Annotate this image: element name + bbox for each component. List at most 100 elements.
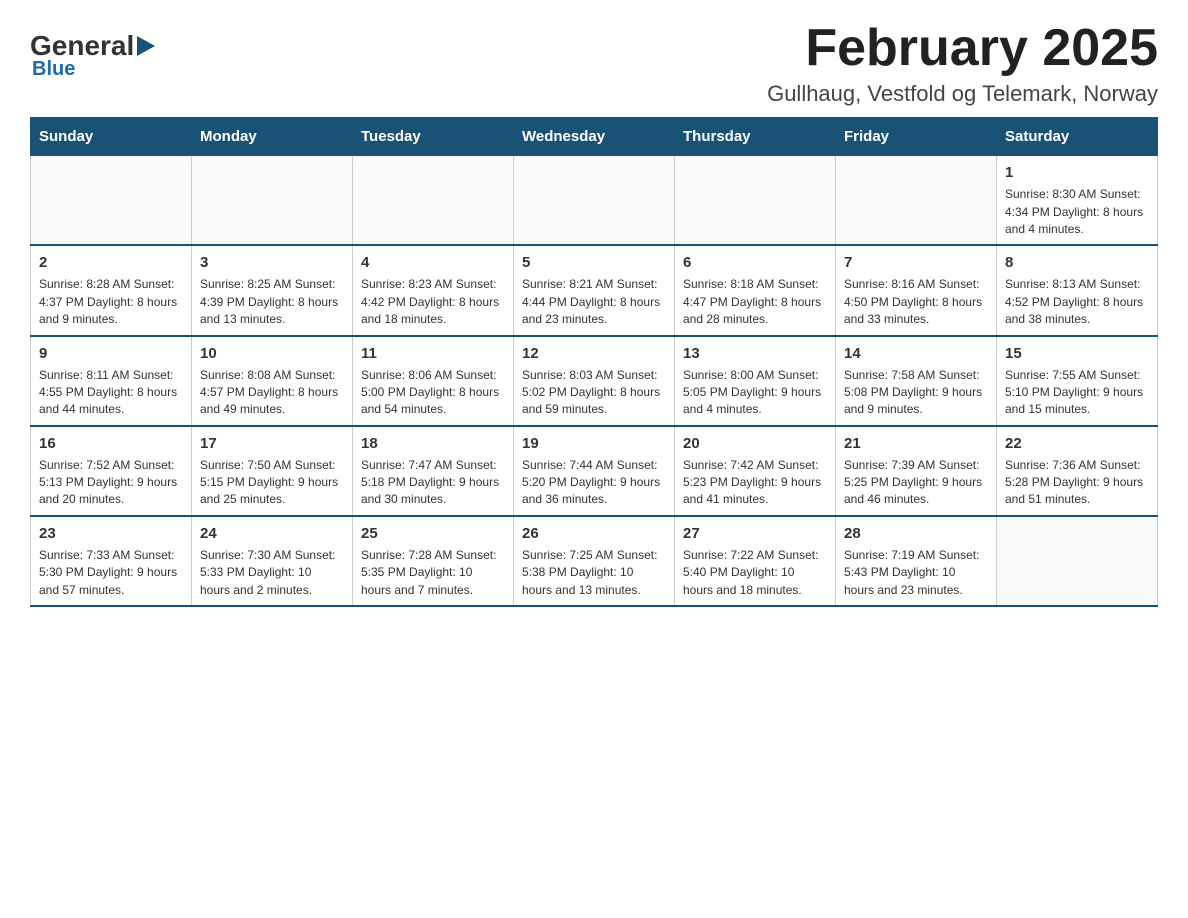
day-number: 6 — [683, 252, 827, 273]
day-info: Sunrise: 8:21 AM Sunset: 4:44 PM Dayligh… — [522, 276, 666, 328]
calendar-day-cell — [353, 156, 514, 246]
header: General Blue February 2025 Gullhaug, Ves… — [30, 20, 1158, 107]
calendar-week-row: 16 Sunrise: 7:52 AM Sunset: 5:13 PM Dayli… — [31, 426, 1158, 516]
calendar-day-cell: 6 Sunrise: 8:18 AM Sunset: 4:47 PM Daylig… — [675, 245, 836, 335]
day-number: 11 — [361, 343, 505, 364]
day-info: Sunrise: 8:00 AM Sunset: 5:05 PM Dayligh… — [683, 367, 827, 419]
day-info: Sunrise: 7:19 AM Sunset: 5:43 PM Dayligh… — [844, 547, 988, 599]
day-info: Sunrise: 7:22 AM Sunset: 5:40 PM Dayligh… — [683, 547, 827, 599]
calendar-day-cell: 19 Sunrise: 7:44 AM Sunset: 5:20 PM Dayli… — [514, 426, 675, 516]
day-number: 16 — [39, 433, 183, 454]
day-number: 20 — [683, 433, 827, 454]
day-number: 25 — [361, 523, 505, 544]
calendar-day-cell: 3 Sunrise: 8:25 AM Sunset: 4:39 PM Daylig… — [192, 245, 353, 335]
day-number: 1 — [1005, 162, 1149, 183]
calendar-day-cell — [31, 156, 192, 246]
day-number: 18 — [361, 433, 505, 454]
calendar-day-cell — [514, 156, 675, 246]
day-of-week-header: Friday — [836, 118, 997, 156]
calendar-day-cell: 13 Sunrise: 8:00 AM Sunset: 5:05 PM Dayli… — [675, 336, 836, 426]
calendar-day-cell: 17 Sunrise: 7:50 AM Sunset: 5:15 PM Dayli… — [192, 426, 353, 516]
calendar-day-cell: 20 Sunrise: 7:42 AM Sunset: 5:23 PM Dayli… — [675, 426, 836, 516]
calendar-week-row: 9 Sunrise: 8:11 AM Sunset: 4:55 PM Daylig… — [31, 336, 1158, 426]
day-info: Sunrise: 8:03 AM Sunset: 5:02 PM Dayligh… — [522, 367, 666, 419]
day-of-week-header: Sunday — [31, 118, 192, 156]
day-info: Sunrise: 7:44 AM Sunset: 5:20 PM Dayligh… — [522, 457, 666, 509]
days-of-week-row: SundayMondayTuesdayWednesdayThursdayFrid… — [31, 118, 1158, 156]
calendar-day-cell: 16 Sunrise: 7:52 AM Sunset: 5:13 PM Dayli… — [31, 426, 192, 516]
calendar-day-cell — [997, 516, 1158, 606]
calendar-day-cell: 27Sunrise: 7:22 AM Sunset: 5:40 PM Dayli… — [675, 516, 836, 606]
calendar-day-cell: 5Sunrise: 8:21 AM Sunset: 4:44 PM Daylig… — [514, 245, 675, 335]
day-info: Sunrise: 7:33 AM Sunset: 5:30 PM Dayligh… — [39, 547, 183, 599]
day-info: Sunrise: 8:06 AM Sunset: 5:00 PM Dayligh… — [361, 367, 505, 419]
day-number: 22 — [1005, 433, 1149, 454]
calendar-week-row: 1 Sunrise: 8:30 AM Sunset: 4:34 PM Daylig… — [31, 156, 1158, 246]
day-info: Sunrise: 7:42 AM Sunset: 5:23 PM Dayligh… — [683, 457, 827, 509]
calendar-day-cell: 2 Sunrise: 8:28 AM Sunset: 4:37 PM Daylig… — [31, 245, 192, 335]
calendar-day-cell: 8 Sunrise: 8:13 AM Sunset: 4:52 PM Daylig… — [997, 245, 1158, 335]
day-info: Sunrise: 8:30 AM Sunset: 4:34 PM Dayligh… — [1005, 186, 1149, 238]
calendar-day-cell: 18Sunrise: 7:47 AM Sunset: 5:18 PM Dayli… — [353, 426, 514, 516]
day-number: 24 — [200, 523, 344, 544]
calendar-week-row: 2 Sunrise: 8:28 AM Sunset: 4:37 PM Daylig… — [31, 245, 1158, 335]
day-info: Sunrise: 8:13 AM Sunset: 4:52 PM Dayligh… — [1005, 276, 1149, 328]
day-of-week-header: Saturday — [997, 118, 1158, 156]
day-number: 17 — [200, 433, 344, 454]
calendar-day-cell: 21 Sunrise: 7:39 AM Sunset: 5:25 PM Dayli… — [836, 426, 997, 516]
day-number: 13 — [683, 343, 827, 364]
logo-triangle-icon — [137, 36, 155, 56]
calendar-day-cell — [192, 156, 353, 246]
day-info: Sunrise: 7:30 AM Sunset: 5:33 PM Dayligh… — [200, 547, 344, 599]
subtitle: Gullhaug, Vestfold og Telemark, Norway — [767, 81, 1158, 107]
calendar-day-cell — [836, 156, 997, 246]
day-info: Sunrise: 7:58 AM Sunset: 5:08 PM Dayligh… — [844, 367, 988, 419]
day-number: 15 — [1005, 343, 1149, 364]
calendar-day-cell: 10Sunrise: 8:08 AM Sunset: 4:57 PM Dayli… — [192, 336, 353, 426]
main-title: February 2025 — [767, 20, 1158, 77]
calendar-table: SundayMondayTuesdayWednesdayThursdayFrid… — [30, 117, 1158, 607]
day-info: Sunrise: 7:50 AM Sunset: 5:15 PM Dayligh… — [200, 457, 344, 509]
logo-blue-text: Blue — [32, 58, 75, 81]
day-of-week-header: Tuesday — [353, 118, 514, 156]
day-number: 2 — [39, 252, 183, 273]
day-number: 12 — [522, 343, 666, 364]
day-info: Sunrise: 7:55 AM Sunset: 5:10 PM Dayligh… — [1005, 367, 1149, 419]
day-number: 4 — [361, 252, 505, 273]
calendar-day-cell: 12 Sunrise: 8:03 AM Sunset: 5:02 PM Dayli… — [514, 336, 675, 426]
calendar-day-cell — [675, 156, 836, 246]
day-info: Sunrise: 7:39 AM Sunset: 5:25 PM Dayligh… — [844, 457, 988, 509]
calendar-day-cell: 23 Sunrise: 7:33 AM Sunset: 5:30 PM Dayli… — [31, 516, 192, 606]
calendar-day-cell: 14 Sunrise: 7:58 AM Sunset: 5:08 PM Dayli… — [836, 336, 997, 426]
calendar-day-cell: 11 Sunrise: 8:06 AM Sunset: 5:00 PM Dayli… — [353, 336, 514, 426]
day-number: 21 — [844, 433, 988, 454]
day-info: Sunrise: 7:52 AM Sunset: 5:13 PM Dayligh… — [39, 457, 183, 509]
day-number: 19 — [522, 433, 666, 454]
day-of-week-header: Thursday — [675, 118, 836, 156]
day-info: Sunrise: 8:25 AM Sunset: 4:39 PM Dayligh… — [200, 276, 344, 328]
calendar-day-cell: 28 Sunrise: 7:19 AM Sunset: 5:43 PM Dayli… — [836, 516, 997, 606]
day-info: Sunrise: 8:11 AM Sunset: 4:55 PM Dayligh… — [39, 367, 183, 419]
calendar-day-cell: 9 Sunrise: 8:11 AM Sunset: 4:55 PM Daylig… — [31, 336, 192, 426]
day-number: 8 — [1005, 252, 1149, 273]
calendar-day-cell: 24 Sunrise: 7:30 AM Sunset: 5:33 PM Dayli… — [192, 516, 353, 606]
calendar-day-cell: 22 Sunrise: 7:36 AM Sunset: 5:28 PM Dayli… — [997, 426, 1158, 516]
day-number: 23 — [39, 523, 183, 544]
day-number: 26 — [522, 523, 666, 544]
day-number: 3 — [200, 252, 344, 273]
calendar-header: SundayMondayTuesdayWednesdayThursdayFrid… — [31, 118, 1158, 156]
day-info: Sunrise: 8:28 AM Sunset: 4:37 PM Dayligh… — [39, 276, 183, 328]
day-number: 7 — [844, 252, 988, 273]
calendar-day-cell: 25Sunrise: 7:28 AM Sunset: 5:35 PM Dayli… — [353, 516, 514, 606]
day-number: 9 — [39, 343, 183, 364]
day-info: Sunrise: 7:36 AM Sunset: 5:28 PM Dayligh… — [1005, 457, 1149, 509]
day-info: Sunrise: 7:25 AM Sunset: 5:38 PM Dayligh… — [522, 547, 666, 599]
day-number: 28 — [844, 523, 988, 544]
day-info: Sunrise: 8:18 AM Sunset: 4:47 PM Dayligh… — [683, 276, 827, 328]
day-info: Sunrise: 8:23 AM Sunset: 4:42 PM Dayligh… — [361, 276, 505, 328]
calendar-day-cell: 7Sunrise: 8:16 AM Sunset: 4:50 PM Daylig… — [836, 245, 997, 335]
calendar-day-cell: 15 Sunrise: 7:55 AM Sunset: 5:10 PM Dayli… — [997, 336, 1158, 426]
logo: General Blue — [30, 30, 158, 81]
day-number: 14 — [844, 343, 988, 364]
calendar-body: 1 Sunrise: 8:30 AM Sunset: 4:34 PM Daylig… — [31, 156, 1158, 606]
